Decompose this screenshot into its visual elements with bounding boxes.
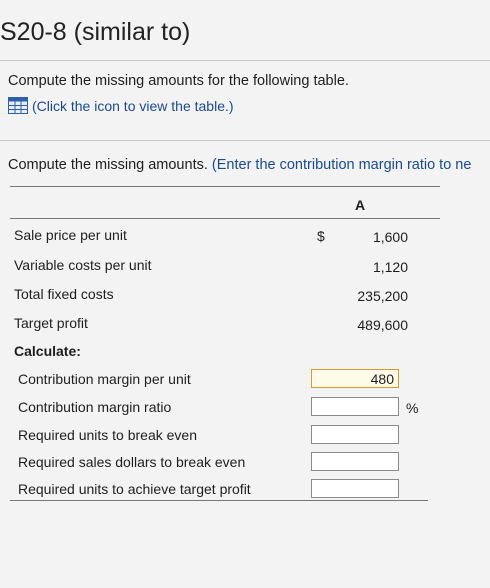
percent-symbol: % xyxy=(406,400,419,416)
row-label-fixed-costs: Total fixed costs xyxy=(14,286,114,302)
breakeven-sales-input[interactable] xyxy=(311,452,399,471)
value-target-profit: 489,600 xyxy=(357,317,408,333)
divider xyxy=(0,140,490,141)
column-header-a: A xyxy=(355,197,366,213)
value-variable-costs: 1,120 xyxy=(372,259,408,275)
row-label-cm-ratio: Contribution margin ratio xyxy=(18,399,172,415)
view-table-link-row[interactable]: (Click the icon to view the table.) xyxy=(8,97,234,114)
header-rule xyxy=(10,218,440,219)
value-sale-price: 1,600 xyxy=(372,229,408,245)
target-units-input[interactable] xyxy=(311,479,399,498)
compute-text: Compute the missing amounts. xyxy=(8,157,208,173)
row-label-breakeven-units: Required units to break even xyxy=(18,427,197,443)
currency-symbol: $ xyxy=(317,228,325,244)
page-title: S20-8 (similar to) xyxy=(0,18,191,46)
compute-note: (Enter the contribution margin ratio to … xyxy=(211,157,472,173)
divider xyxy=(0,60,490,61)
cm-per-unit-input[interactable]: 480 xyxy=(311,369,399,388)
table-grid-icon[interactable] xyxy=(8,97,28,114)
row-label-cm-per-unit: Contribution margin per unit xyxy=(18,371,191,387)
compute-instruction: Compute the missing amounts. (Enter the … xyxy=(8,157,471,173)
breakeven-units-input[interactable] xyxy=(311,425,399,444)
instruction-text: Compute the missing amounts for the foll… xyxy=(8,73,349,89)
value-fixed-costs: 235,200 xyxy=(357,288,408,304)
table-bottom-rule xyxy=(10,500,428,501)
table-top-rule xyxy=(10,186,440,187)
calculate-heading: Calculate: xyxy=(14,343,81,359)
row-label-variable-costs: Variable costs per unit xyxy=(14,257,152,273)
row-label-target-profit: Target profit xyxy=(14,315,88,331)
cm-ratio-input[interactable] xyxy=(311,397,399,416)
row-label-sale-price: Sale price per unit xyxy=(14,227,127,243)
row-label-target-units: Required units to achieve target profit xyxy=(18,481,251,497)
view-table-link[interactable]: (Click the icon to view the table.) xyxy=(32,98,234,114)
row-label-breakeven-sales: Required sales dollars to break even xyxy=(18,454,246,470)
